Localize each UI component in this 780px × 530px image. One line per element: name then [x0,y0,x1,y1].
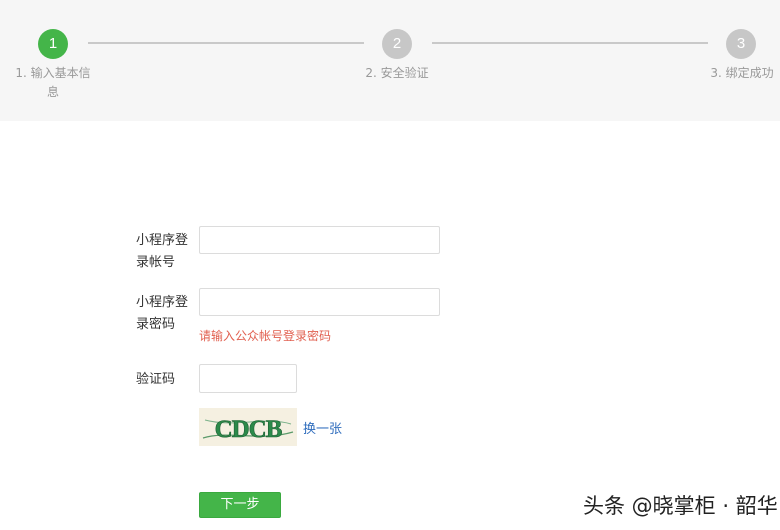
step-2-label: 2. 安全验证 [365,66,429,80]
password-error-message: 请输入公众帐号登录密码 [199,329,332,343]
step-connector-1-2 [88,42,364,44]
step-1-label: 1. 输入基本信 息 [15,66,91,99]
account-input[interactable] [199,226,440,254]
next-step-button[interactable]: 下一步 [199,492,281,518]
step-connector-2-3 [432,42,708,44]
captcha-text: CDCB [215,416,282,443]
refresh-captcha-link[interactable]: 换一张 [303,418,342,437]
step-3-indicator: 3 [726,29,756,59]
captcha-image[interactable]: CDCB [199,408,297,446]
captcha-input[interactable] [199,364,297,393]
step-3-label: 3. 绑定成功 [710,66,774,80]
step-1-indicator: 1 [38,29,68,59]
watermark-text: 头条 @晓掌柜 · 韶华 [583,494,778,518]
password-input[interactable] [199,288,440,316]
account-label: 小程序登 录帐号 [136,233,189,270]
captcha-graphic: CDCB [202,416,294,443]
step-progress-bar: 1 1. 输入基本信 息 2 2. 安全验证 3 3. 绑定成功 [0,0,780,121]
step-2-indicator: 2 [382,29,412,59]
password-label: 小程序登 录密码 [136,295,189,332]
captcha-label: 验证码 [136,372,176,387]
